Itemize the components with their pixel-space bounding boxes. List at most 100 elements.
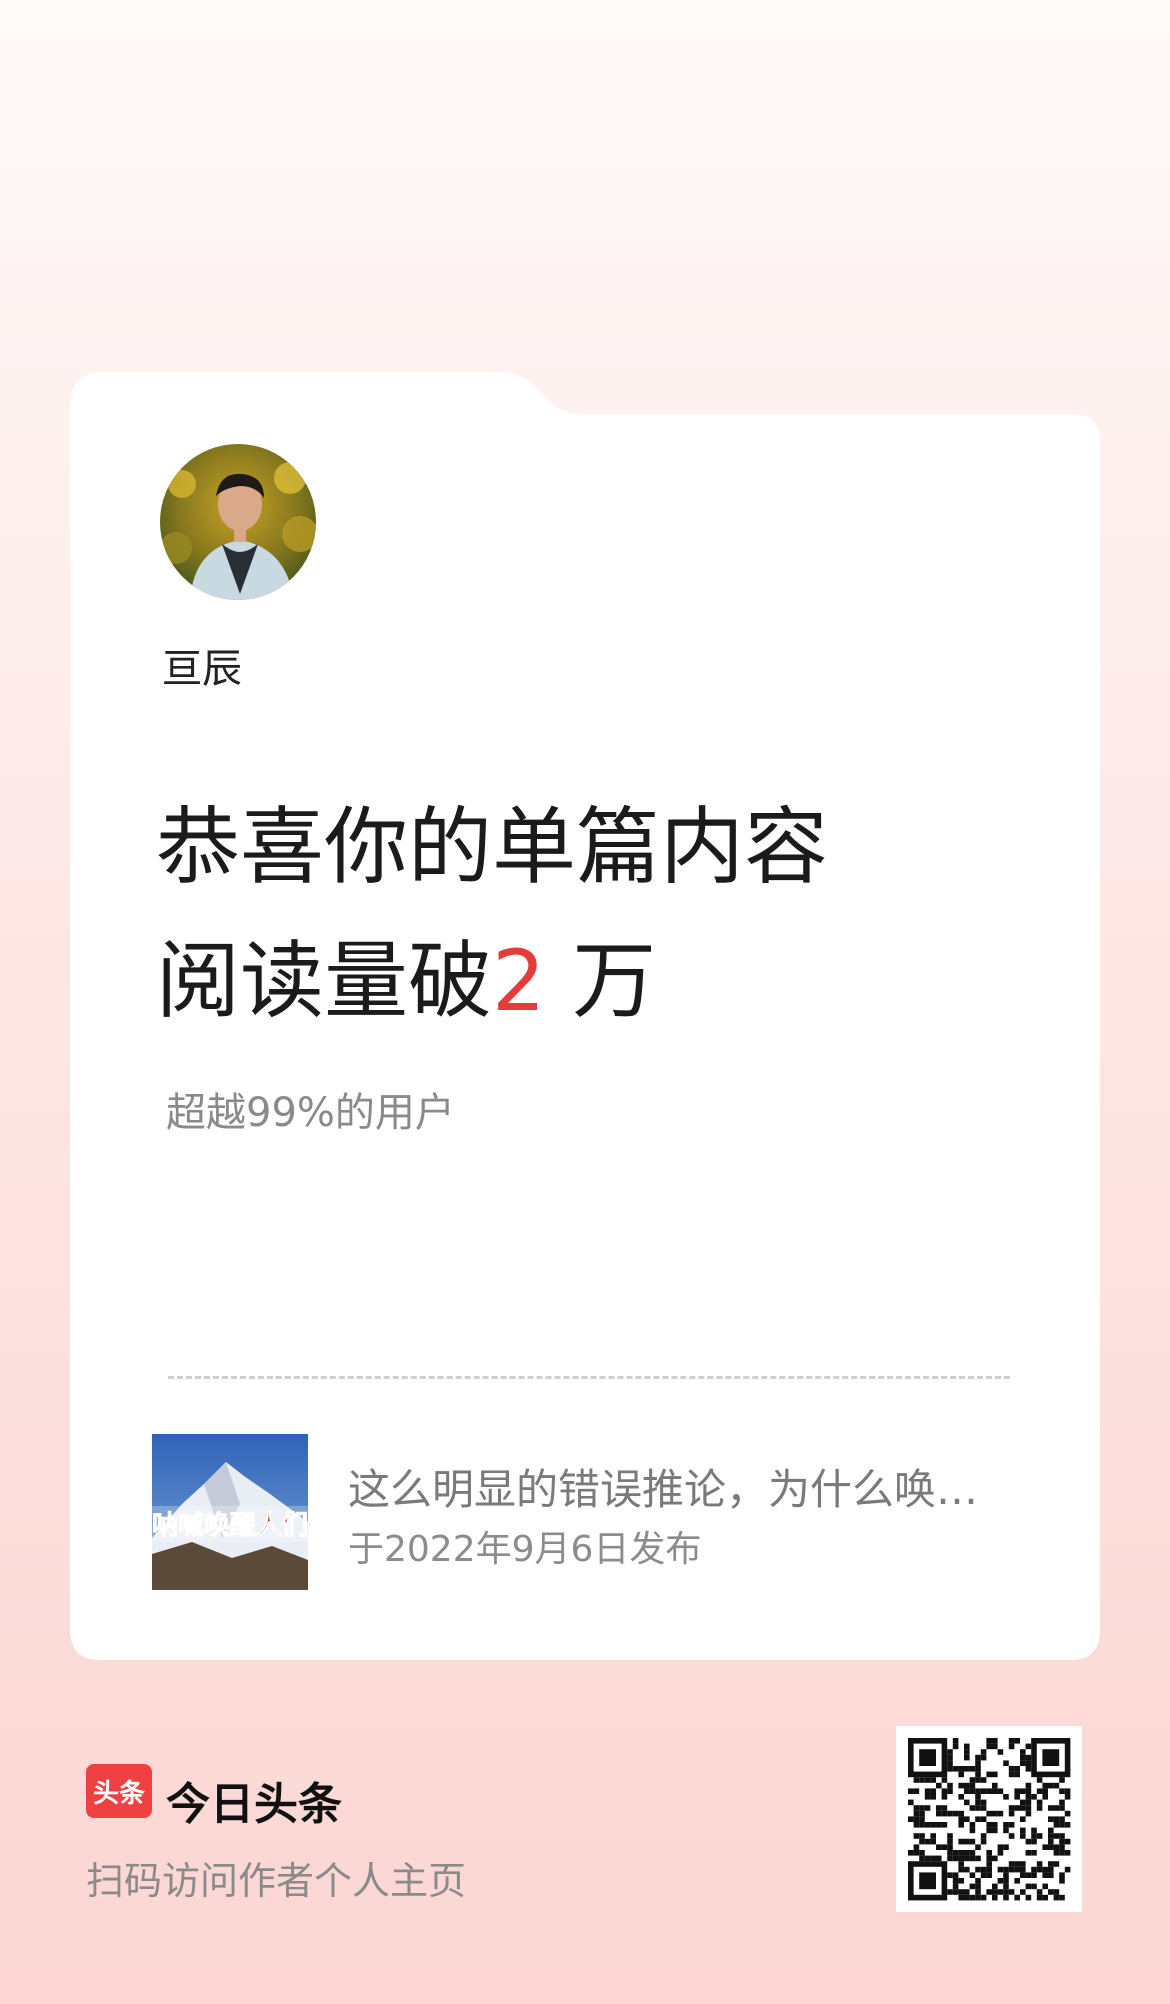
qr-module <box>1014 1866 1020 1873</box>
qr-module <box>1008 1805 1015 1811</box>
headline-prefix: 阅读量破 <box>156 932 493 1030</box>
qr-module <box>1014 1861 1020 1867</box>
author-avatar[interactable] <box>160 444 316 600</box>
qr-module <box>930 1788 936 1794</box>
qr-module <box>997 1788 1004 1794</box>
qr-module <box>958 1850 964 1856</box>
qr-code-icon[interactable] <box>896 1726 1082 1912</box>
qr-module <box>975 1794 981 1800</box>
qr-module <box>952 1883 959 1890</box>
qr-module <box>919 1805 925 1811</box>
qr-module <box>930 1822 936 1828</box>
qr-module <box>947 1833 953 1839</box>
qr-module <box>936 1805 942 1811</box>
qr-module <box>1053 1844 1060 1850</box>
qr-module <box>1042 1883 1048 1890</box>
qr-module <box>919 1850 925 1856</box>
qr-module <box>1059 1788 1065 1794</box>
qr-module <box>975 1816 981 1822</box>
qr-module <box>969 1827 976 1834</box>
qr-module <box>924 1805 931 1811</box>
qr-module <box>1042 1844 1048 1850</box>
article-thumbnail[interactable]: 呐喊唤醒人们 <box>152 1434 308 1590</box>
qr-module <box>1003 1883 1009 1890</box>
qr-module <box>1036 1861 1043 1867</box>
qr-module <box>1025 1754 1032 1761</box>
qr-module <box>1036 1788 1043 1794</box>
qr-module <box>1020 1816 1026 1822</box>
qr-module <box>969 1855 976 1862</box>
qr-module <box>1053 1833 1060 1839</box>
qr-module <box>1048 1805 1054 1811</box>
qr-module <box>1020 1749 1026 1755</box>
qr-module <box>930 1833 936 1839</box>
author-name: 亘辰 <box>162 646 242 692</box>
qr-module <box>1008 1743 1015 1750</box>
qr-module <box>1059 1894 1065 1901</box>
qr-module <box>1064 1850 1071 1856</box>
qr-module <box>958 1822 964 1828</box>
qr-module <box>980 1894 987 1901</box>
qr-module <box>958 1771 964 1778</box>
qr-module <box>975 1844 981 1850</box>
qr-module <box>997 1844 1004 1850</box>
qr-module <box>980 1872 987 1878</box>
qr-module <box>1036 1894 1043 1901</box>
qr-module <box>952 1850 959 1856</box>
qr-module <box>924 1838 931 1845</box>
qr-module <box>980 1805 987 1811</box>
qr-module <box>975 1766 981 1772</box>
qr-module <box>1014 1878 1020 1884</box>
qr-module <box>1025 1782 1032 1789</box>
qr-module <box>1031 1833 1037 1839</box>
qr-module <box>1003 1760 1009 1766</box>
qr-module <box>936 1782 942 1789</box>
qr-module <box>964 1749 970 1755</box>
article-title[interactable]: 这么明显的错误推论，为什么唤不... <box>348 1456 1014 1517</box>
qr-module <box>975 1799 981 1806</box>
qr-module <box>930 1855 936 1862</box>
qr-module <box>1064 1788 1071 1794</box>
qr-module <box>975 1866 981 1873</box>
qr-module <box>913 1788 920 1794</box>
qr-module <box>1008 1738 1015 1744</box>
qr-module <box>969 1883 976 1890</box>
qr-module <box>919 1822 925 1828</box>
dashed-divider <box>168 1376 1010 1379</box>
qr-module <box>952 1766 959 1772</box>
qr-module <box>986 1872 992 1878</box>
qr-module <box>1014 1788 1020 1794</box>
qr-module <box>952 1810 959 1817</box>
qr-module <box>1064 1838 1071 1845</box>
qr-module <box>1042 1788 1048 1794</box>
qr-module <box>1031 1850 1037 1856</box>
qr-module <box>947 1850 953 1856</box>
qr-module <box>964 1889 970 1895</box>
qr-module <box>997 1810 1004 1817</box>
qr-module <box>1059 1838 1065 1845</box>
qr-module <box>1059 1816 1065 1822</box>
qr-module <box>964 1754 970 1761</box>
qr-module <box>992 1743 998 1750</box>
qr-module <box>992 1738 998 1744</box>
qr-module <box>1064 1866 1071 1873</box>
qr-module <box>1003 1794 1009 1800</box>
qr-module <box>1020 1827 1026 1834</box>
qr-module <box>1059 1799 1065 1806</box>
qr-module <box>1025 1838 1032 1845</box>
qr-module <box>980 1799 987 1806</box>
qr-module <box>980 1777 987 1783</box>
qr-module <box>1014 1805 1020 1811</box>
qr-module <box>919 1855 925 1862</box>
article-publish-date: 于2022年9月6日发布 <box>348 1529 702 1570</box>
qr-module <box>941 1810 948 1817</box>
qr-module <box>969 1782 976 1789</box>
qr-module <box>913 1850 920 1856</box>
qr-module <box>969 1788 976 1794</box>
qr-module <box>980 1749 987 1755</box>
qr-module <box>1048 1833 1054 1839</box>
qr-module <box>1036 1889 1043 1895</box>
qr-module <box>1014 1738 1020 1744</box>
qr-module <box>1048 1816 1054 1822</box>
qr-module <box>941 1788 948 1794</box>
